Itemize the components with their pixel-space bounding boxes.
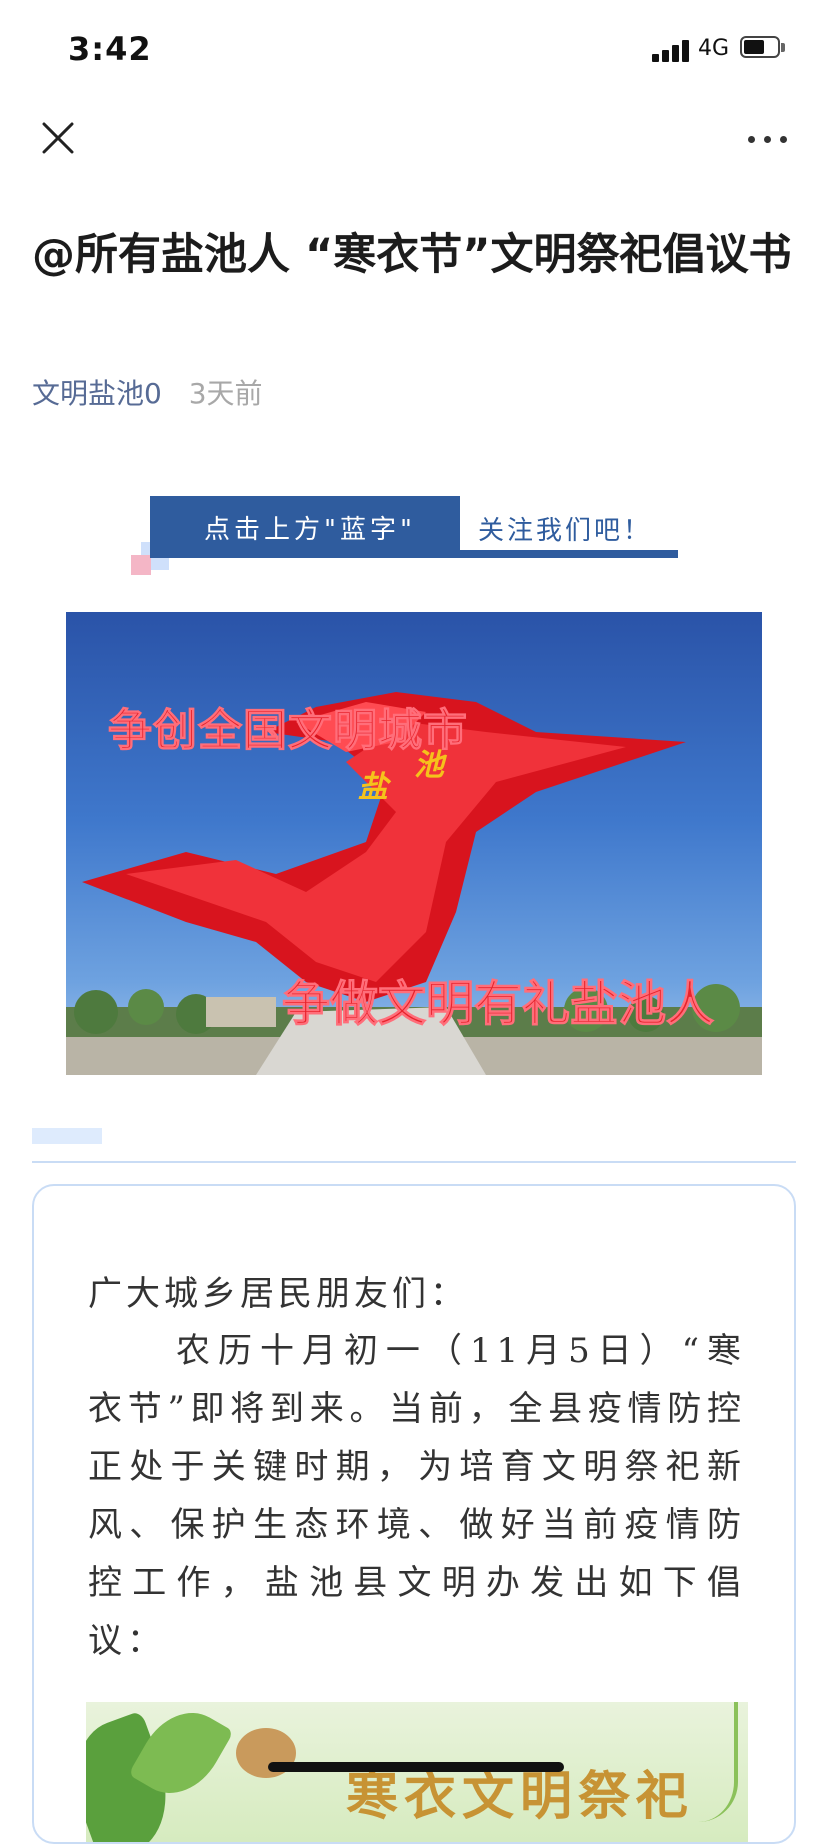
greeting-text: 广大城乡居民朋友们： xyxy=(88,1274,468,1314)
section-tag xyxy=(32,1128,102,1144)
network-type: 4G xyxy=(698,36,730,61)
more-dots-icon[interactable] xyxy=(744,124,792,152)
follow-banner-label: 点击上方"蓝字" xyxy=(150,496,460,558)
status-bar: 3:42 4G xyxy=(0,0,828,96)
banner-underline xyxy=(460,550,678,558)
hero-image: 争创全国文明城市 盐 池 争做文明有礼盐池人 xyxy=(66,612,762,1075)
intro-paragraph: 农历十月初一（11月5日）“寒衣节”即将到来。当前，全县疫情防控正处于关键时期，… xyxy=(88,1331,746,1661)
article-title: @所有盐池人 “寒衣节”文明祭祀倡议书 xyxy=(32,230,792,280)
status-time: 3:42 xyxy=(68,30,152,68)
hero-slogan-bottom: 争做文明有礼盐池人 xyxy=(281,976,715,1033)
section-divider xyxy=(32,1161,796,1163)
home-indicator[interactable] xyxy=(268,1762,564,1772)
follow-link[interactable]: 关注我们吧！ xyxy=(478,510,652,547)
hero-gold-char: 池 xyxy=(414,748,444,783)
banner-decoration xyxy=(131,555,151,575)
close-icon[interactable] xyxy=(36,116,80,160)
publish-date: 3天前 xyxy=(188,377,263,410)
signal-icon xyxy=(652,38,692,62)
article-meta: 文明盐池0 3天前 xyxy=(32,372,263,412)
battery-icon xyxy=(740,36,786,60)
hero-gold-char: 盐 xyxy=(358,770,388,805)
content-card: 广大城乡居民朋友们： 农历十月初一（11月5日）“寒衣节”即将到来。当前，全县疫… xyxy=(32,1184,796,1844)
author-link[interactable]: 文明盐池0 xyxy=(32,377,162,410)
inner-image: 寒衣文明祭祀 xyxy=(86,1702,748,1842)
